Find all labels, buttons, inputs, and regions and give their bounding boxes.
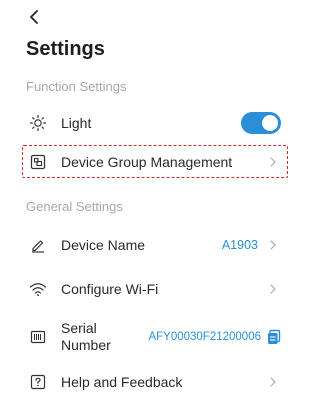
light-toggle[interactable]	[241, 112, 281, 134]
serial-number-value: AFY00030F21200006	[148, 331, 261, 343]
serial-number-label: Serial Number	[61, 320, 148, 354]
configure-wifi-label: Configure Wi-Fi	[61, 281, 159, 297]
chevron-right-icon	[270, 377, 276, 387]
section-general-settings: General Settings	[26, 199, 123, 214]
chevron-left-icon	[30, 10, 38, 24]
configure-wifi-row[interactable]: Configure Wi-Fi	[22, 274, 284, 304]
sun-icon	[29, 114, 47, 132]
device-name-label: Device Name	[61, 237, 146, 253]
back-button[interactable]	[26, 8, 44, 26]
device-group-icon	[29, 153, 47, 171]
device-name-row[interactable]: Device Name A1903	[22, 230, 284, 260]
chevron-right-icon	[270, 157, 276, 167]
section-function-settings: Function Settings	[26, 79, 127, 94]
light-label: Light	[61, 115, 92, 131]
serial-number-row: Serial Number AFY00030F21200006	[22, 318, 284, 356]
page-title: Settings	[26, 38, 105, 60]
pencil-icon	[29, 236, 47, 254]
help-and-feedback-row[interactable]: Help and Feedback	[22, 367, 284, 397]
barcode-icon	[29, 328, 47, 346]
serial-label-line2: Number	[61, 337, 111, 353]
copy-icon[interactable]	[267, 329, 281, 345]
wifi-icon	[29, 280, 47, 298]
serial-label-line1: Serial	[61, 320, 97, 336]
device-group-management-row[interactable]: Device Group Management	[22, 147, 284, 177]
help-icon	[29, 373, 47, 391]
device-name-value: A1903	[221, 238, 258, 252]
chevron-right-icon	[270, 284, 276, 294]
light-row: Light	[22, 108, 284, 138]
toggle-knob	[262, 115, 278, 131]
help-and-feedback-label: Help and Feedback	[61, 374, 183, 390]
device-group-management-label: Device Group Management	[61, 154, 233, 170]
chevron-right-icon	[270, 240, 276, 250]
